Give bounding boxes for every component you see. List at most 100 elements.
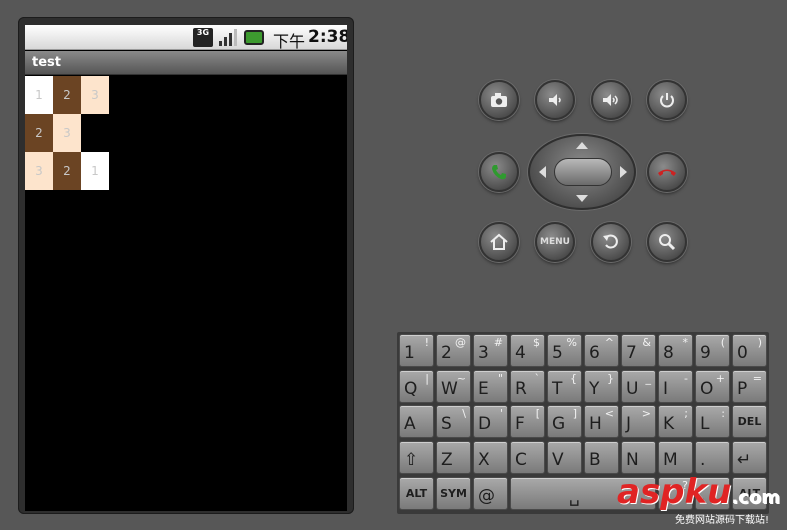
app-title: test [32,55,61,70]
dpad-right-arrow[interactable] [620,166,627,178]
key-label: 9 [700,343,711,363]
key-sym[interactable]: SYM [436,477,471,510]
key-d[interactable]: D ' [473,405,508,438]
dpad-up-arrow[interactable] [576,142,588,149]
home-button[interactable] [479,222,519,262]
key-label: 5 [552,343,563,363]
key-k[interactable]: K; [658,405,693,438]
key-3[interactable]: 3 # [473,334,508,367]
key-9[interactable]: 9( [695,334,730,367]
key-f[interactable]: F[ [510,405,545,438]
key-v[interactable]: V [547,441,582,474]
key-alt-label: @ [455,336,466,349]
end-call-button[interactable] [647,152,687,192]
key-8[interactable]: 8 * [658,334,693,367]
key-u[interactable]: U _ [621,370,656,403]
key-j[interactable]: J > [621,405,656,438]
key-alt[interactable]: ALT [399,477,434,510]
volume-down-icon [549,94,561,106]
key-label: W [441,379,458,399]
key-alt-label: ~ [456,372,466,385]
power-icon [660,93,674,108]
key-label: H [589,414,602,434]
key-7[interactable]: 7 & [621,334,656,367]
key-alt-label: ! [424,336,429,349]
key-alt-label: - [684,372,688,385]
key-label: S [441,414,452,434]
key-p[interactable]: P = [732,370,767,403]
call-handset [492,165,506,180]
key-0[interactable]: 0) [732,334,767,367]
key-label: N [626,450,639,470]
key-alt-label: ' [499,407,503,420]
key-l[interactable]: L: [695,405,730,438]
key-2[interactable]: 2 @ [436,334,471,367]
key-label: P [737,379,748,399]
power-button[interactable] [647,80,687,120]
call-button[interactable] [479,152,519,192]
key-label: ↵ [737,450,752,470]
key-e[interactable]: E " [473,370,508,403]
tile-r2-c2: 3 [53,114,81,152]
key-w[interactable]: W ~ [436,370,471,403]
key-1[interactable]: 1! [399,334,434,367]
key-label: K [663,414,675,434]
menu-button[interactable]: MENU [535,222,575,262]
key-label: Y [589,379,600,399]
key-x[interactable]: X [473,441,508,474]
key-h[interactable]: H < [584,405,619,438]
key-t[interactable]: T{ [547,370,582,403]
key-label: 3 [478,343,489,363]
key-b[interactable]: B [584,441,619,474]
key-label: E [478,379,489,399]
key-at[interactable]: @ [473,477,508,510]
key-m[interactable]: M [658,441,693,474]
call-icon [492,165,506,180]
device-screen: 3G 下午 2:38 test 12323321 [25,25,347,511]
volume-up-button[interactable] [591,80,631,120]
key-s[interactable]: S \ [436,405,471,438]
key-i[interactable]: I- [658,370,693,403]
key-o[interactable]: O + [695,370,730,403]
key-5[interactable]: 5% [547,334,582,367]
key-enter[interactable]: ↵ [732,441,767,474]
key-y[interactable]: Y} [584,370,619,403]
key-a[interactable]: A [399,405,434,438]
key-label: I [663,379,669,399]
tile-r2-c1: 2 [25,114,53,152]
key-6[interactable]: 6 ^ [584,334,619,367]
back-button[interactable] [591,222,631,262]
key-c[interactable]: C [510,441,545,474]
key-period[interactable]: . [695,441,730,474]
back-icon [603,234,618,249]
site-watermark: aspku.com [617,472,780,512]
app-title-bar: test [25,51,347,75]
network-3g-icon: 3G [193,28,213,47]
dpad[interactable] [528,134,636,210]
key-g[interactable]: G] [547,405,582,438]
menu-label: MENU [540,237,570,247]
key-r[interactable]: R ` [510,370,545,403]
signal-strength-icon [219,29,237,46]
key-alt-label: [ [535,407,540,420]
key-q[interactable]: Q | [399,370,434,403]
key-del[interactable]: DEL [732,405,767,438]
dpad-center-button[interactable] [554,158,612,186]
key-label: 6 [589,343,600,363]
key-label: DEL [737,415,762,428]
key-n[interactable]: N [621,441,656,474]
key-z[interactable]: Z [436,441,471,474]
key-alt-label: \ [462,407,466,420]
key-alt-label: < [604,407,614,420]
dpad-down-arrow[interactable] [576,195,588,202]
dpad-left-arrow[interactable] [539,166,546,178]
search-button[interactable] [647,222,687,262]
key-shift[interactable]: ⇧ [399,441,434,474]
key-4[interactable]: 4 $ [510,334,545,367]
key-alt-label: ( [720,336,725,349]
volume-down-button[interactable] [535,80,575,120]
key-label: SYM [440,487,467,500]
camera-button[interactable] [479,80,519,120]
key-alt-label: + [715,372,725,385]
tile-r3-c3: 1 [81,152,109,190]
